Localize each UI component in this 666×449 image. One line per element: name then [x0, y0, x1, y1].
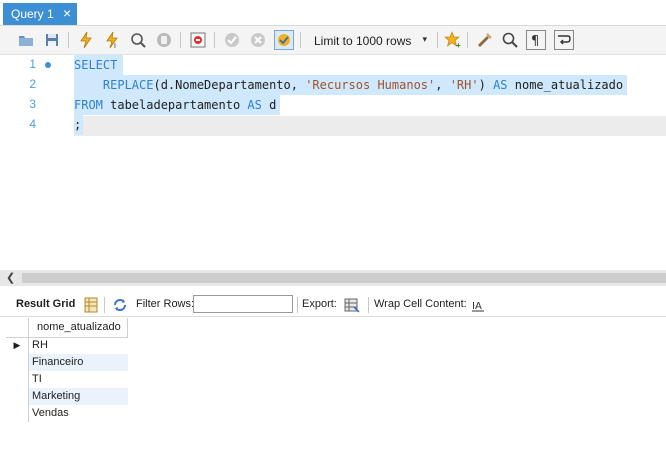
- export-label: Export:: [302, 298, 337, 310]
- code-text: (d.NomeDepartamento,: [153, 78, 306, 92]
- tab-bar: Query 1 ×: [0, 0, 666, 26]
- column-header-nome-atualizado[interactable]: nome_atualizado: [29, 318, 128, 337]
- row-header: [6, 371, 29, 388]
- beautify-brush-icon[interactable]: [474, 30, 494, 50]
- table-cell[interactable]: Marketing: [29, 388, 128, 405]
- statement-marker-icon: [45, 62, 51, 68]
- line-number: 1: [29, 57, 36, 71]
- table-row[interactable]: TI: [6, 371, 128, 388]
- scroll-left-arrow-icon[interactable]: ❮: [6, 271, 15, 284]
- keyword: SELECT: [74, 58, 118, 72]
- chevron-down-icon: ▾: [422, 34, 427, 44]
- limit-rows-select[interactable]: Limit to 1000 rows ▾: [307, 30, 433, 50]
- result-toolbar: Result Grid Filter Rows: Export: Wrap Ce…: [0, 294, 666, 317]
- stop-icon[interactable]: [154, 30, 174, 50]
- row-header: [6, 354, 29, 371]
- table-cell[interactable]: Vendas: [29, 405, 128, 422]
- word-wrap-icon[interactable]: [554, 30, 574, 50]
- string-literal: 'RH': [449, 78, 479, 92]
- toolbar-separator: [68, 32, 69, 48]
- query-toolbar: I Limit to 1000 rows ▾ + ¶: [0, 26, 666, 55]
- toolbar-separator: [180, 32, 181, 48]
- rollback-icon[interactable]: [248, 30, 268, 50]
- toolbar-separator: [214, 32, 215, 48]
- find-magnifier-icon[interactable]: [500, 30, 520, 50]
- close-icon[interactable]: ×: [63, 5, 71, 21]
- autocommit-toggle-icon[interactable]: [274, 30, 294, 50]
- tab-query-1[interactable]: Query 1 ×: [3, 3, 77, 25]
- code-line-2: REPLACE(d.NomeDepartamento, 'Recursos Hu…: [74, 75, 628, 95]
- line-number: 3: [29, 97, 36, 111]
- toolbar-separator: [300, 32, 301, 48]
- add-snippet-star-icon[interactable]: +: [443, 30, 463, 50]
- table-cell[interactable]: RH: [29, 337, 128, 354]
- grid-view-icon[interactable]: [83, 297, 99, 313]
- toolbar-separator: [297, 297, 298, 313]
- toolbar-separator: [437, 32, 438, 48]
- editor-line: 3 FROM tabeladepartamento AS d: [0, 95, 666, 115]
- result-grid-tab[interactable]: Result Grid: [16, 298, 75, 310]
- keyword: FROM: [74, 98, 103, 112]
- wrap-cell-toggle-icon[interactable]: IA: [470, 297, 486, 313]
- editor-line: 1 SELECT: [0, 55, 666, 75]
- wrap-cell-content-label: Wrap Cell Content:: [374, 298, 467, 310]
- string-literal: 'Recursos Humanos': [305, 78, 436, 92]
- grid-header: nome_atualizado: [6, 318, 128, 338]
- table-row[interactable]: ▶ RH: [6, 337, 128, 354]
- editor-line: 2 REPLACE(d.NomeDepartamento, 'Recursos …: [0, 75, 666, 95]
- filter-rows-input[interactable]: [193, 295, 293, 313]
- table-row[interactable]: Marketing: [6, 388, 128, 405]
- refresh-icon[interactable]: [112, 297, 128, 313]
- explain-icon[interactable]: [128, 30, 148, 50]
- code-text: d: [261, 98, 277, 112]
- execute-icon[interactable]: [76, 30, 96, 50]
- toolbar-separator: [104, 297, 105, 313]
- row-header-corner[interactable]: [6, 318, 29, 337]
- keyword: AS: [247, 98, 262, 112]
- code-text: ,: [435, 78, 450, 92]
- table-cell[interactable]: Financeiro: [29, 354, 128, 371]
- code-text: ;: [74, 118, 82, 132]
- scrollbar-thumb[interactable]: [22, 273, 666, 283]
- code-line-3: FROM tabeladepartamento AS d: [74, 95, 281, 115]
- invisible-chars-pilcrow-icon[interactable]: ¶: [526, 30, 546, 50]
- line-number: 4: [29, 117, 36, 131]
- keyword: AS: [493, 78, 508, 92]
- save-icon[interactable]: [42, 30, 62, 50]
- code-text: nome_atualizado: [507, 78, 624, 92]
- execute-current-icon[interactable]: I: [102, 30, 122, 50]
- svg-text:I: I: [114, 43, 116, 49]
- commit-icon[interactable]: [222, 30, 242, 50]
- current-row-marker-icon: ▶: [6, 337, 29, 354]
- row-header: [6, 388, 29, 405]
- svg-text:IA: IA: [472, 301, 482, 312]
- line-number: 2: [29, 77, 36, 91]
- code-line-1: SELECT: [74, 55, 124, 75]
- code-text: tabeladepartamento: [102, 98, 248, 112]
- function-name: REPLACE: [102, 78, 154, 92]
- svg-text:¶: ¶: [531, 34, 539, 49]
- open-folder-icon[interactable]: [16, 30, 36, 50]
- table-cell[interactable]: TI: [29, 371, 128, 388]
- toolbar-separator: [467, 32, 468, 48]
- limit-rows-value: Limit to 1000 rows: [314, 34, 412, 48]
- sql-editor[interactable]: 1 SELECT 2 REPLACE(d.NomeDepartamento, '…: [0, 55, 666, 270]
- svg-text:+: +: [456, 41, 461, 49]
- table-row[interactable]: Vendas: [6, 405, 128, 422]
- tab-label: Query 1: [11, 7, 54, 21]
- code-line-4: ;: [74, 115, 84, 135]
- stop-on-error-icon[interactable]: [188, 30, 208, 50]
- code-text: ): [478, 78, 494, 92]
- editor-horizontal-scrollbar[interactable]: ❮: [0, 270, 666, 286]
- table-row[interactable]: Financeiro: [6, 354, 128, 371]
- row-header: [6, 405, 29, 422]
- toolbar-separator: [368, 297, 369, 313]
- filter-rows-label: Filter Rows:: [136, 298, 195, 310]
- export-icon[interactable]: [344, 297, 360, 313]
- editor-line: 4 ;: [0, 115, 666, 135]
